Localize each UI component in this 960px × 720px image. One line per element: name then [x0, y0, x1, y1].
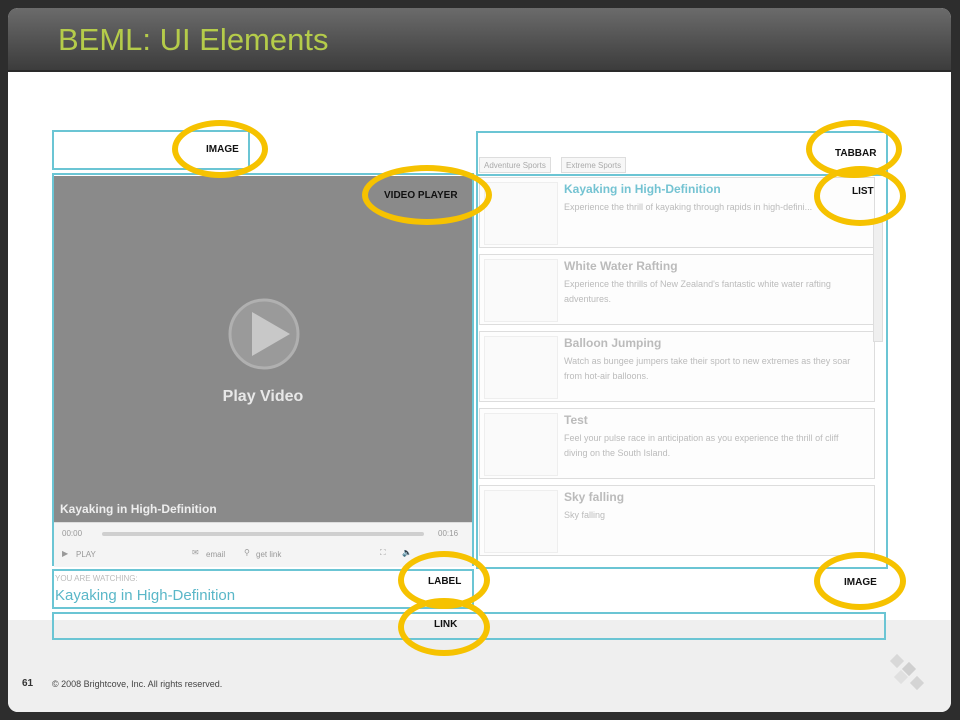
play-small-icon[interactable]: ▶: [62, 549, 68, 558]
list-item-thumbnail: [484, 259, 558, 322]
list-item-thumbnail: [484, 490, 558, 553]
callout-ring: [172, 120, 268, 178]
list-item-desc: Feel your pulse race in anticipation as …: [564, 433, 839, 458]
callout-ring: [814, 166, 906, 226]
get-link[interactable]: get link: [256, 550, 281, 559]
list-item[interactable]: Test Feel your pulse race in anticipatio…: [479, 408, 875, 479]
copyright-text: © 2008 Brightcove, Inc. All rights reser…: [52, 679, 223, 689]
tab-adventure-sports[interactable]: Adventure Sports: [479, 157, 551, 173]
link-icon[interactable]: ⚲: [244, 548, 250, 557]
list-item-title: Balloon Jumping: [564, 336, 662, 350]
progress-bar[interactable]: [102, 532, 424, 536]
list-item-title: Test: [564, 413, 588, 427]
list-scrollbar[interactable]: [873, 222, 883, 342]
list-item-thumbnail: [484, 182, 558, 245]
list-item-desc: Experience the thrills of New Zealand's …: [564, 279, 831, 304]
volume-icon[interactable]: 🔈: [402, 548, 412, 557]
page-number: 61: [22, 678, 34, 689]
list-item[interactable]: White Water Rafting Experience the thril…: [479, 254, 875, 325]
fullscreen-icon[interactable]: ⛶: [380, 548, 386, 558]
email-icon[interactable]: ✉: [192, 548, 199, 557]
brightcove-logo-icon: [889, 653, 925, 691]
list-item-title: White Water Rafting: [564, 259, 678, 273]
list-item-thumbnail: [484, 413, 558, 476]
watching-title: Kayaking in High-Definition: [55, 587, 236, 604]
title-bar: BEML: UI Elements: [8, 8, 951, 72]
list-item-desc: Watch as bungee jumpers take their sport…: [564, 356, 851, 381]
slide-title: BEML: UI Elements: [58, 22, 329, 57]
email-link[interactable]: email: [206, 550, 225, 559]
video-list: Kayaking in High-Definition Experience t…: [479, 177, 887, 559]
list-item-title: Sky falling: [564, 490, 625, 504]
video-player[interactable]: Play Video Kayaking in High-Definition: [54, 176, 472, 522]
play-button[interactable]: PLAY: [76, 550, 96, 559]
time-end: 00:16: [438, 529, 459, 538]
video-title: Kayaking in High-Definition: [60, 502, 217, 516]
list-item-title: Kayaking in High-Definition: [564, 182, 721, 196]
list-item-thumbnail: [484, 336, 558, 399]
you-are-watching-label: YOU ARE WATCHING:: [55, 574, 138, 583]
play-video-label[interactable]: Play Video: [54, 388, 472, 406]
list-item[interactable]: Sky falling Sky falling: [479, 485, 875, 556]
tab-extreme-sports[interactable]: Extreme Sports: [561, 157, 627, 173]
play-icon[interactable]: [224, 294, 304, 374]
list-item[interactable]: Balloon Jumping Watch as bungee jumpers …: [479, 331, 875, 402]
time-start: 00:00: [62, 529, 83, 538]
callout-ring: [398, 598, 490, 656]
list-item-desc: Sky falling: [564, 510, 606, 520]
callout-ring: [362, 165, 492, 225]
callout-ring: [814, 552, 906, 610]
